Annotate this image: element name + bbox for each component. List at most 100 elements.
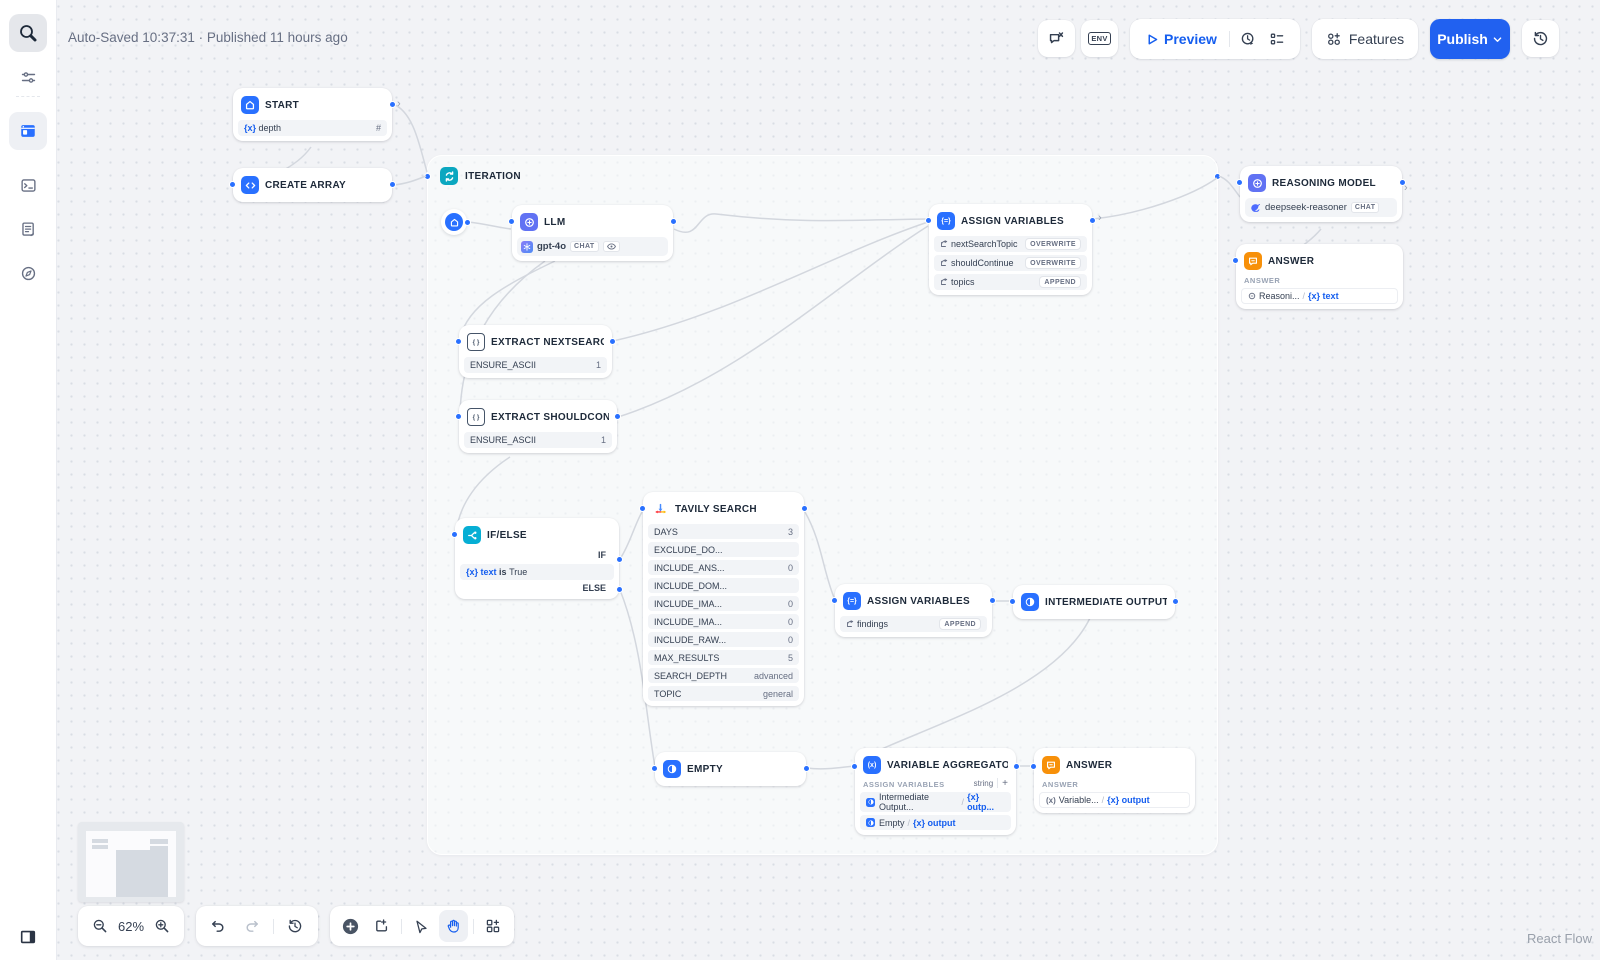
- output-handle[interactable]: [1399, 179, 1406, 186]
- search-icon[interactable]: [9, 14, 47, 52]
- param-row[interactable]: DAYS3: [648, 524, 799, 539]
- aggregated-variable-row[interactable]: Intermediate Output... / {x} outp...: [860, 792, 1011, 812]
- node-answer-final[interactable]: ANSWER ANSWER Reasoni... / {x} text: [1236, 244, 1403, 309]
- node-extract-shouldcontinue[interactable]: { } EXTRACT SHOULDCONTINU ENSURE_ASCII 1: [459, 400, 617, 453]
- output-handle[interactable]: [1172, 598, 1179, 605]
- node-assign-variables-1[interactable]: {=} ASSIGN VARIABLES nextSearchTopic OVE…: [929, 204, 1092, 295]
- sidebar-item-terminal[interactable]: [9, 166, 47, 204]
- if-output-handle[interactable]: [616, 556, 623, 563]
- input-handle[interactable]: [229, 181, 236, 188]
- answer-variable-row[interactable]: (x) Variable... / {x} output: [1039, 792, 1190, 808]
- version-history-button[interactable]: [1522, 20, 1559, 57]
- param-row[interactable]: INCLUDE_DOM...: [648, 578, 799, 593]
- input-handle[interactable]: [851, 763, 858, 770]
- param-row[interactable]: EXCLUDE_DO...: [648, 542, 799, 557]
- input-handle[interactable]: [424, 173, 431, 180]
- sidebar-item-explore[interactable]: [9, 254, 47, 292]
- zoom-out-icon[interactable]: [84, 910, 116, 942]
- node-intermediate-output[interactable]: INTERMEDIATE OUTPUT FOI: [1013, 585, 1175, 619]
- answer-variable-row[interactable]: Reasoni... / {x} text: [1241, 288, 1398, 304]
- sliders-icon[interactable]: [9, 58, 47, 96]
- output-handle[interactable]: [801, 505, 808, 512]
- else-output-handle[interactable]: [616, 586, 623, 593]
- input-handle[interactable]: [451, 531, 458, 538]
- redo-icon[interactable]: [236, 910, 268, 942]
- node-tavily-search[interactable]: TAVILY SEARCH DAYS3 EXCLUDE_DO... INCLUD…: [643, 492, 804, 706]
- add-variable-button[interactable]: +: [1002, 778, 1011, 789]
- undo-icon[interactable]: [202, 910, 234, 942]
- node-variable-aggregator[interactable]: (x) VARIABLE AGGREGATOR ASSIGN VARIABLES…: [855, 748, 1016, 835]
- output-handle[interactable]: [803, 765, 810, 772]
- input-handle[interactable]: [651, 765, 658, 772]
- model-selector[interactable]: gpt-4o CHAT: [517, 237, 668, 256]
- assignment-row[interactable]: topics APPEND: [934, 274, 1087, 290]
- node-extract-nextsearchtopic[interactable]: { } EXTRACT NEXTSEARCHTOP ENSURE_ASCII 1: [459, 325, 612, 378]
- zoom-level[interactable]: 62%: [116, 919, 146, 934]
- output-handle[interactable]: [614, 413, 621, 420]
- param-row[interactable]: INCLUDE_IMA...0: [648, 596, 799, 611]
- input-handle[interactable]: [455, 338, 462, 345]
- node-reasoning-model[interactable]: REASONING MODEL deepseek-reasoner CHAT: [1240, 166, 1402, 222]
- node-assign-variables-2[interactable]: {=} ASSIGN VARIABLES findings APPEND: [835, 584, 992, 637]
- add-note-icon[interactable]: [367, 910, 396, 942]
- publish-button[interactable]: Publish: [1430, 19, 1510, 59]
- features-button[interactable]: Features: [1312, 19, 1418, 59]
- output-handle[interactable]: [989, 597, 996, 604]
- output-handle[interactable]: [389, 101, 396, 108]
- next-step-arrow-icon[interactable]: ›: [1098, 213, 1102, 224]
- output-handle[interactable]: [670, 218, 677, 225]
- assignment-row[interactable]: shouldContinue OVERWRITE: [934, 255, 1087, 271]
- add-node-icon[interactable]: [336, 910, 365, 942]
- param-row[interactable]: INCLUDE_ANS...0: [648, 560, 799, 575]
- node-start[interactable]: START {x} depth #: [233, 88, 392, 141]
- output-handle[interactable]: [609, 338, 616, 345]
- variable-inspector-button[interactable]: [1038, 20, 1075, 57]
- input-handle[interactable]: [1009, 598, 1016, 605]
- iteration-start-node[interactable]: [441, 209, 467, 235]
- node-answer-iteration[interactable]: ANSWER ANSWER (x) Variable... / {x} outp…: [1034, 748, 1195, 813]
- output-handle[interactable]: [1089, 217, 1096, 224]
- param-row[interactable]: TOPICgeneral: [648, 686, 799, 701]
- sidebar-item-knowledge[interactable]: [9, 210, 47, 248]
- input-handle[interactable]: [639, 505, 646, 512]
- hand-tool-icon[interactable]: [439, 910, 468, 942]
- param-row[interactable]: ENSURE_ASCII 1: [464, 357, 607, 373]
- node-create-array[interactable]: CREATE ARRAY: [233, 168, 392, 202]
- minimap[interactable]: [78, 822, 184, 902]
- output-handle[interactable]: [464, 219, 471, 226]
- node-empty[interactable]: EMPTY: [655, 752, 806, 786]
- output-handle[interactable]: [1013, 763, 1020, 770]
- input-handle[interactable]: [455, 413, 462, 420]
- organize-blocks-icon[interactable]: [479, 910, 508, 942]
- param-row[interactable]: SEARCH_DEPTHadvanced: [648, 668, 799, 683]
- checklist-icon[interactable]: [1263, 24, 1292, 54]
- env-variables-button[interactable]: ENV: [1081, 20, 1118, 57]
- param-row[interactable]: MAX_RESULTS5: [648, 650, 799, 665]
- input-handle[interactable]: [925, 217, 932, 224]
- condition-row[interactable]: {x} text is True: [460, 564, 614, 580]
- run-history-icon[interactable]: [1234, 24, 1263, 54]
- node-if-else[interactable]: IF/ELSE IF {x} text is True ELSE: [455, 518, 619, 599]
- output-handle[interactable]: [1214, 173, 1221, 180]
- react-flow-attribution[interactable]: React Flow: [1527, 931, 1592, 946]
- preview-button[interactable]: Preview: [1138, 31, 1225, 47]
- param-row[interactable]: INCLUDE_RAW...0: [648, 632, 799, 647]
- next-step-arrow-icon[interactable]: ›: [397, 99, 401, 110]
- sidebar-item-studio[interactable]: [9, 112, 47, 150]
- input-handle[interactable]: [1232, 257, 1239, 264]
- model-selector[interactable]: deepseek-reasoner CHAT: [1245, 198, 1397, 217]
- assignment-row[interactable]: findings APPEND: [840, 616, 987, 632]
- node-llm[interactable]: LLM gpt-4o CHAT: [512, 205, 673, 261]
- input-handle[interactable]: [1236, 179, 1243, 186]
- assignment-row[interactable]: nextSearchTopic OVERWRITE: [934, 236, 1087, 252]
- param-row[interactable]: ENSURE_ASCII 1: [464, 432, 612, 448]
- output-handle[interactable]: [389, 181, 396, 188]
- input-handle[interactable]: [831, 597, 838, 604]
- start-variable-row[interactable]: {x} depth #: [238, 120, 387, 136]
- aggregated-variable-row[interactable]: Empty / {x} output: [860, 815, 1011, 830]
- input-handle[interactable]: [1030, 763, 1037, 770]
- zoom-in-icon[interactable]: [146, 910, 178, 942]
- input-handle[interactable]: [508, 218, 515, 225]
- collapse-sidebar-icon[interactable]: [9, 918, 47, 956]
- change-history-icon[interactable]: [279, 910, 311, 942]
